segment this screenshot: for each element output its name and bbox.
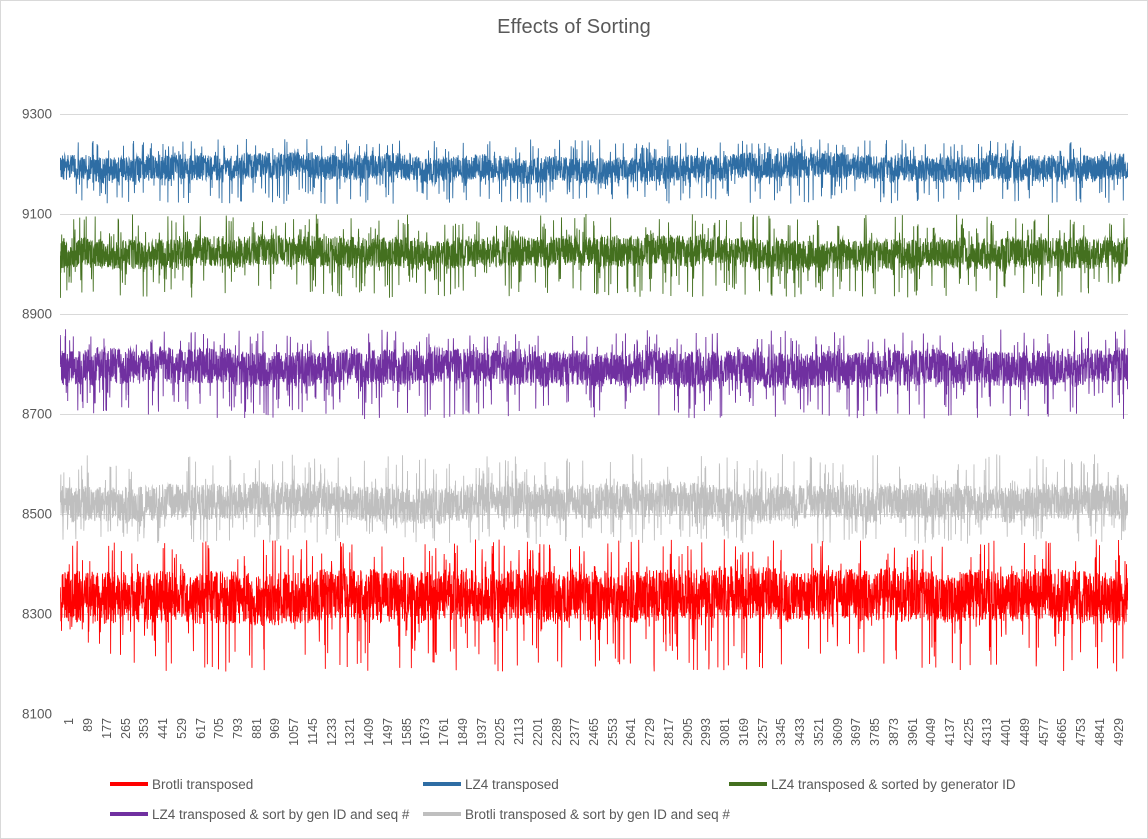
x-tick-label: 2905 — [680, 718, 695, 746]
legend-row-1: Brotli transposed LZ4 transposed LZ4 trans… — [0, 770, 1148, 798]
x-tick-label: 1849 — [455, 718, 470, 746]
x-tick-label: 2729 — [643, 718, 658, 746]
x-tick-label: 353 — [137, 718, 152, 739]
y-tick-label: 8500 — [21, 506, 52, 522]
x-tick-label: 4929 — [1111, 718, 1126, 746]
x-tick-label: 1673 — [418, 718, 433, 746]
y-tick-label: 9100 — [21, 206, 52, 222]
x-tick-label: 3345 — [774, 718, 789, 746]
x-tick-label: 4489 — [1017, 718, 1032, 746]
x-tick-label: 177 — [99, 718, 114, 739]
legend-item[interactable]: LZ4 transposed & sort by gen ID and seq … — [110, 800, 409, 828]
x-tick-label: 1409 — [362, 718, 377, 746]
legend-label: Brotli transposed — [152, 776, 254, 792]
x-tick-label: 2289 — [549, 718, 564, 746]
x-tick-label: 3433 — [793, 718, 808, 746]
x-tick-label: 2377 — [568, 718, 583, 746]
legend-color-swatch — [423, 812, 461, 816]
x-tick-label: 3961 — [905, 718, 920, 746]
y-tick-label: 8300 — [21, 606, 52, 622]
legend-label: LZ4 transposed & sort by gen ID and seq … — [152, 806, 410, 822]
x-tick-label: 1233 — [324, 718, 339, 746]
chart-container: Effects of Sorting 9300 9100 8900 8700 8500 8… — [0, 0, 1148, 839]
legend-label: LZ4 transposed — [465, 776, 559, 792]
x-tick-label: 4665 — [1055, 718, 1070, 746]
x-tick-label: 3873 — [886, 718, 901, 746]
x-tick-label: 265 — [118, 718, 133, 739]
x-tick-label: 4137 — [943, 718, 957, 746]
x-tick-label: 4753 — [1074, 718, 1089, 746]
x-tick-label: 617 — [193, 718, 208, 739]
x-tick-label: 4049 — [924, 718, 939, 746]
x-tick-label: 2465 — [587, 718, 601, 746]
legend-row-2: LZ4 transposed & sort by gen ID and seq … — [0, 800, 1148, 828]
legend-color-swatch — [110, 812, 148, 816]
x-tick-label: 4313 — [980, 718, 995, 746]
legend-item[interactable]: Brotli transposed & sort by gen ID and s… — [423, 800, 730, 828]
x-tick-label: 1497 — [380, 718, 395, 746]
x-tick-label: 2817 — [661, 718, 676, 746]
plot-area — [60, 114, 1128, 714]
x-tick-label: 3609 — [830, 718, 845, 746]
x-tick-label: 4401 — [999, 718, 1014, 746]
y-tick-label: 9300 — [21, 106, 52, 122]
x-tick-label: 529 — [174, 718, 189, 739]
x-tick-label: 2113 — [512, 718, 527, 745]
y-tick-label: 8700 — [21, 406, 52, 422]
legend-label: LZ4 transposed & sorted by generator ID — [771, 776, 1016, 792]
x-tick-label: 3785 — [868, 718, 883, 746]
series-plot-canvas — [60, 114, 1128, 714]
chart-title: Effects of Sorting — [497, 16, 651, 38]
x-tick-label: 1585 — [399, 718, 414, 746]
x-tick-label: 705 — [212, 718, 227, 739]
x-tick-label: 3521 — [811, 718, 826, 746]
x-tick-label: 2025 — [493, 718, 508, 746]
x-tick-label: 4577 — [1036, 718, 1051, 746]
x-tick-label: 881 — [249, 718, 264, 739]
y-tick-label: 8100 — [21, 706, 52, 722]
x-tick-label: 3257 — [755, 718, 770, 746]
x-tick-label: 3697 — [849, 718, 864, 746]
y-axis: 9300 9100 8900 8700 8500 8300 8100 — [0, 107, 52, 722]
legend-item[interactable]: Brotli transposed — [110, 770, 253, 798]
x-tick-label: 1145 — [305, 718, 320, 745]
x-tick-label: 2993 — [699, 718, 714, 746]
x-tick-label: 1321 — [343, 718, 358, 746]
x-tick-label: 2553 — [605, 718, 620, 746]
y-tick-label: 8900 — [21, 306, 52, 322]
legend-item[interactable]: LZ4 transposed — [423, 770, 559, 798]
x-tick-label: 1057 — [287, 718, 302, 746]
chart-legend: Brotli transposed LZ4 transposed LZ4 trans… — [0, 770, 1148, 832]
x-tick-label: 441 — [156, 718, 171, 739]
legend-color-swatch — [110, 782, 148, 786]
legend-color-swatch — [423, 782, 461, 786]
x-tick-label: 2201 — [530, 718, 545, 746]
x-tick-label: 793 — [231, 718, 245, 739]
x-axis: 1 89 177 265 353 441 529 617 705 793 881 969 1057 114… — [60, 718, 1128, 772]
x-tick-label: 2641 — [624, 718, 639, 746]
x-tick-label: 4225 — [961, 718, 976, 746]
x-tick-label: 3081 — [718, 718, 733, 746]
x-tick-label: 969 — [268, 718, 283, 739]
x-tick-label: 4841 — [1092, 718, 1107, 746]
legend-color-swatch — [729, 782, 767, 786]
x-tick-label: 89 — [81, 718, 96, 732]
x-tick-label: 3169 — [736, 718, 751, 746]
x-tick-label: 1 — [62, 718, 77, 725]
x-tick-label: 1761 — [437, 718, 452, 746]
legend-item[interactable]: LZ4 transposed & sorted by generator ID — [729, 770, 1016, 798]
x-tick-label: 1937 — [474, 718, 489, 746]
legend-label: Brotli transposed & sort by gen ID and s… — [465, 806, 730, 822]
